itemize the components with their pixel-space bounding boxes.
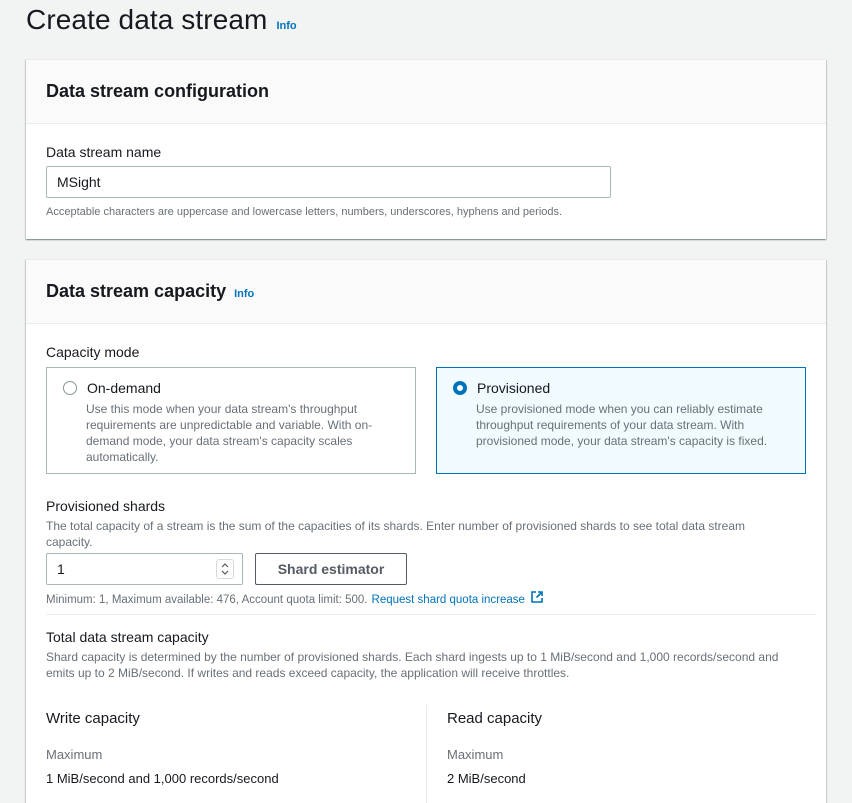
capacity-info-link[interactable]: Info [234,288,254,300]
shards-limits-row: Minimum: 1, Maximum available: 476, Acco… [46,590,544,609]
config-panel: Data stream configuration Data stream na… [26,59,826,239]
on-demand-radio[interactable] [63,381,77,395]
config-panel-header: Data stream configuration [26,60,826,124]
provisioned-label: Provisioned [477,380,551,396]
capacity-panel-title: Data stream capacity [46,281,227,301]
write-capacity-title: Write capacity [46,710,140,727]
page-title: Create data stream [26,4,268,35]
shards-limits-text: Minimum: 1, Maximum available: 476, Acco… [46,593,368,606]
stepper-icon[interactable] [216,559,234,579]
read-capacity-value: 2 MiB/second [447,771,526,786]
read-capacity-key: Maximum [447,747,504,762]
total-capacity-label: Total data stream capacity [46,629,209,645]
provisioned-shards-label: Provisioned shards [46,498,166,514]
provisioned-radio[interactable] [453,381,467,395]
capacity-panel: Data stream capacity Info Capacity mode … [26,259,826,803]
section-divider [46,614,816,615]
stream-name-hint: Acceptable characters are uppercase and … [46,206,563,218]
provisioned-shards-description: The total capacity of a stream is the su… [46,519,746,549]
capacity-panel-header: Data stream capacity Info [26,260,826,324]
page-info-link[interactable]: Info [276,20,296,32]
write-capacity-key: Maximum [46,747,103,762]
shard-estimator-button[interactable]: Shard estimator [255,553,407,585]
on-demand-label: On-demand [87,380,161,396]
shards-value: 1 [57,561,65,577]
total-capacity-description: Shard capacity is determined by the numb… [46,650,779,680]
provisioned-option[interactable]: Provisioned Use provisioned mode when yo… [436,367,806,474]
on-demand-description: Use this mode when your data stream's th… [86,402,373,464]
on-demand-option[interactable]: On-demand Use this mode when your data s… [46,367,416,474]
provisioned-description: Use provisioned mode when you can reliab… [476,402,768,448]
shards-input[interactable]: 1 [46,553,243,585]
config-panel-title: Data stream configuration [46,81,270,101]
read-capacity-title: Read capacity [447,710,543,727]
external-link-icon[interactable] [530,590,544,609]
quota-increase-link[interactable]: Request shard quota increase [372,592,525,608]
capacity-mode-label: Capacity mode [46,344,140,360]
write-capacity-value: 1 MiB/second and 1,000 records/second [46,771,279,786]
page-header: Create data stream Info [26,4,297,36]
stream-name-label: Data stream name [46,144,162,160]
column-divider [426,705,427,803]
stream-name-input[interactable] [46,166,611,198]
